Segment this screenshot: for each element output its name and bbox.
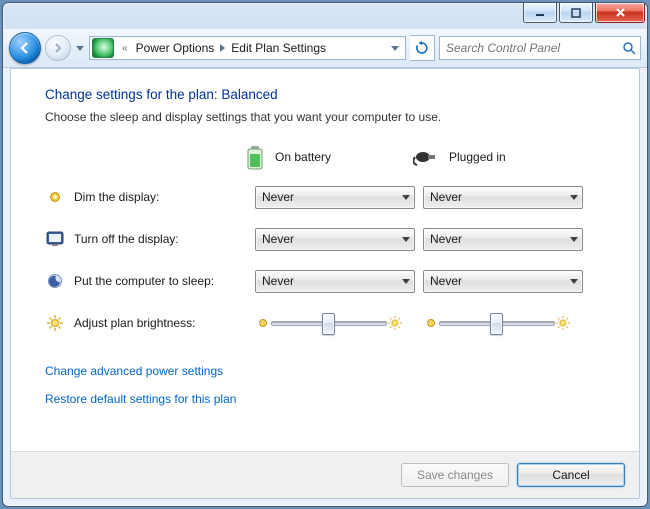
chevron-down-icon bbox=[402, 279, 410, 284]
row-brightness: Adjust plan brightness: bbox=[45, 308, 605, 338]
row-dim-display: Dim the display: Never Never bbox=[45, 182, 605, 212]
chevron-down-icon bbox=[76, 46, 84, 51]
titlebar bbox=[3, 3, 647, 29]
search-icon bbox=[622, 41, 636, 55]
brightness-label: Adjust plan brightness: bbox=[74, 316, 195, 330]
minimize-button[interactable] bbox=[523, 3, 557, 23]
row-turn-off-display: Turn off the display: Never Never bbox=[45, 224, 605, 254]
dim-display-plugged-combo[interactable]: Never bbox=[423, 186, 583, 209]
slider-thumb[interactable] bbox=[490, 313, 503, 335]
brightness-high-icon bbox=[555, 316, 571, 330]
brightness-low-icon bbox=[255, 317, 271, 329]
address-bar[interactable]: « Power Options Edit Plan Settings bbox=[89, 36, 406, 60]
sleep-label: Put the computer to sleep: bbox=[74, 274, 214, 288]
row-sleep: Put the computer to sleep: Never Never bbox=[45, 266, 605, 296]
brightness-battery-slider[interactable] bbox=[255, 312, 403, 334]
maximize-icon bbox=[571, 8, 581, 18]
content-pane: Change settings for the plan: Balanced C… bbox=[10, 68, 640, 499]
maximize-button[interactable] bbox=[559, 3, 593, 23]
sleep-plugged-combo[interactable]: Never bbox=[423, 270, 583, 293]
chevron-down-icon bbox=[391, 46, 399, 51]
sleep-icon bbox=[45, 273, 65, 289]
link-restore-defaults[interactable]: Restore default settings for this plan bbox=[45, 392, 605, 406]
arrow-left-icon bbox=[17, 40, 33, 56]
footer: Save changes Cancel bbox=[11, 451, 639, 498]
column-plugged-label: Plugged in bbox=[449, 150, 506, 164]
refresh-icon bbox=[415, 41, 429, 55]
chevron-down-icon bbox=[402, 195, 410, 200]
close-icon bbox=[615, 7, 626, 18]
nav-back-button[interactable] bbox=[9, 32, 41, 64]
breadcrumb-edit-plan[interactable]: Edit Plan Settings bbox=[227, 37, 330, 59]
navbar: « Power Options Edit Plan Settings bbox=[3, 29, 647, 68]
slider-thumb[interactable] bbox=[322, 313, 335, 335]
nav-history-dropdown[interactable] bbox=[75, 46, 85, 51]
breadcrumb-power-options[interactable]: Power Options bbox=[132, 37, 219, 59]
page-subtitle: Choose the sleep and display settings th… bbox=[45, 110, 605, 124]
search-button[interactable] bbox=[622, 41, 636, 55]
refresh-button[interactable] bbox=[410, 35, 435, 61]
turn-off-display-battery-combo[interactable]: Never bbox=[255, 228, 415, 251]
chevron-down-icon bbox=[570, 279, 578, 284]
plug-icon bbox=[413, 147, 439, 167]
minimize-icon bbox=[535, 8, 545, 18]
dim-display-battery-combo[interactable]: Never bbox=[255, 186, 415, 209]
battery-icon bbox=[245, 144, 265, 170]
breadcrumb-separator[interactable] bbox=[218, 44, 227, 52]
dim-display-label: Dim the display: bbox=[74, 190, 159, 204]
nav-forward-button[interactable] bbox=[45, 35, 71, 61]
column-headers: On battery Plugged in bbox=[245, 144, 605, 170]
chevron-down-icon bbox=[570, 195, 578, 200]
chevron-down-icon bbox=[402, 237, 410, 242]
chevron-down-icon bbox=[570, 237, 578, 242]
turn-off-display-icon bbox=[45, 231, 65, 247]
window-frame: « Power Options Edit Plan Settings Chang… bbox=[2, 2, 648, 507]
brightness-icon bbox=[45, 314, 65, 332]
address-dropdown[interactable] bbox=[387, 46, 403, 51]
control-panel-icon bbox=[92, 38, 114, 58]
chevron-right-icon bbox=[220, 44, 225, 52]
close-button[interactable] bbox=[595, 3, 645, 23]
turn-off-display-label: Turn off the display: bbox=[74, 232, 179, 246]
arrow-right-icon bbox=[52, 42, 64, 54]
search-input[interactable] bbox=[444, 40, 622, 56]
sleep-battery-combo[interactable]: Never bbox=[255, 270, 415, 293]
brightness-low-icon bbox=[423, 317, 439, 329]
breadcrumb-back-chevron[interactable]: « bbox=[118, 43, 132, 54]
brightness-high-icon bbox=[387, 316, 403, 330]
brightness-plugged-slider[interactable] bbox=[423, 312, 571, 334]
save-changes-button[interactable]: Save changes bbox=[401, 463, 509, 487]
column-battery-label: On battery bbox=[275, 150, 331, 164]
search-box[interactable] bbox=[439, 36, 641, 60]
dim-display-icon bbox=[45, 189, 65, 205]
page-title: Change settings for the plan: Balanced bbox=[45, 87, 605, 102]
turn-off-display-plugged-combo[interactable]: Never bbox=[423, 228, 583, 251]
link-advanced-power-settings[interactable]: Change advanced power settings bbox=[45, 364, 605, 378]
cancel-button[interactable]: Cancel bbox=[517, 463, 625, 487]
